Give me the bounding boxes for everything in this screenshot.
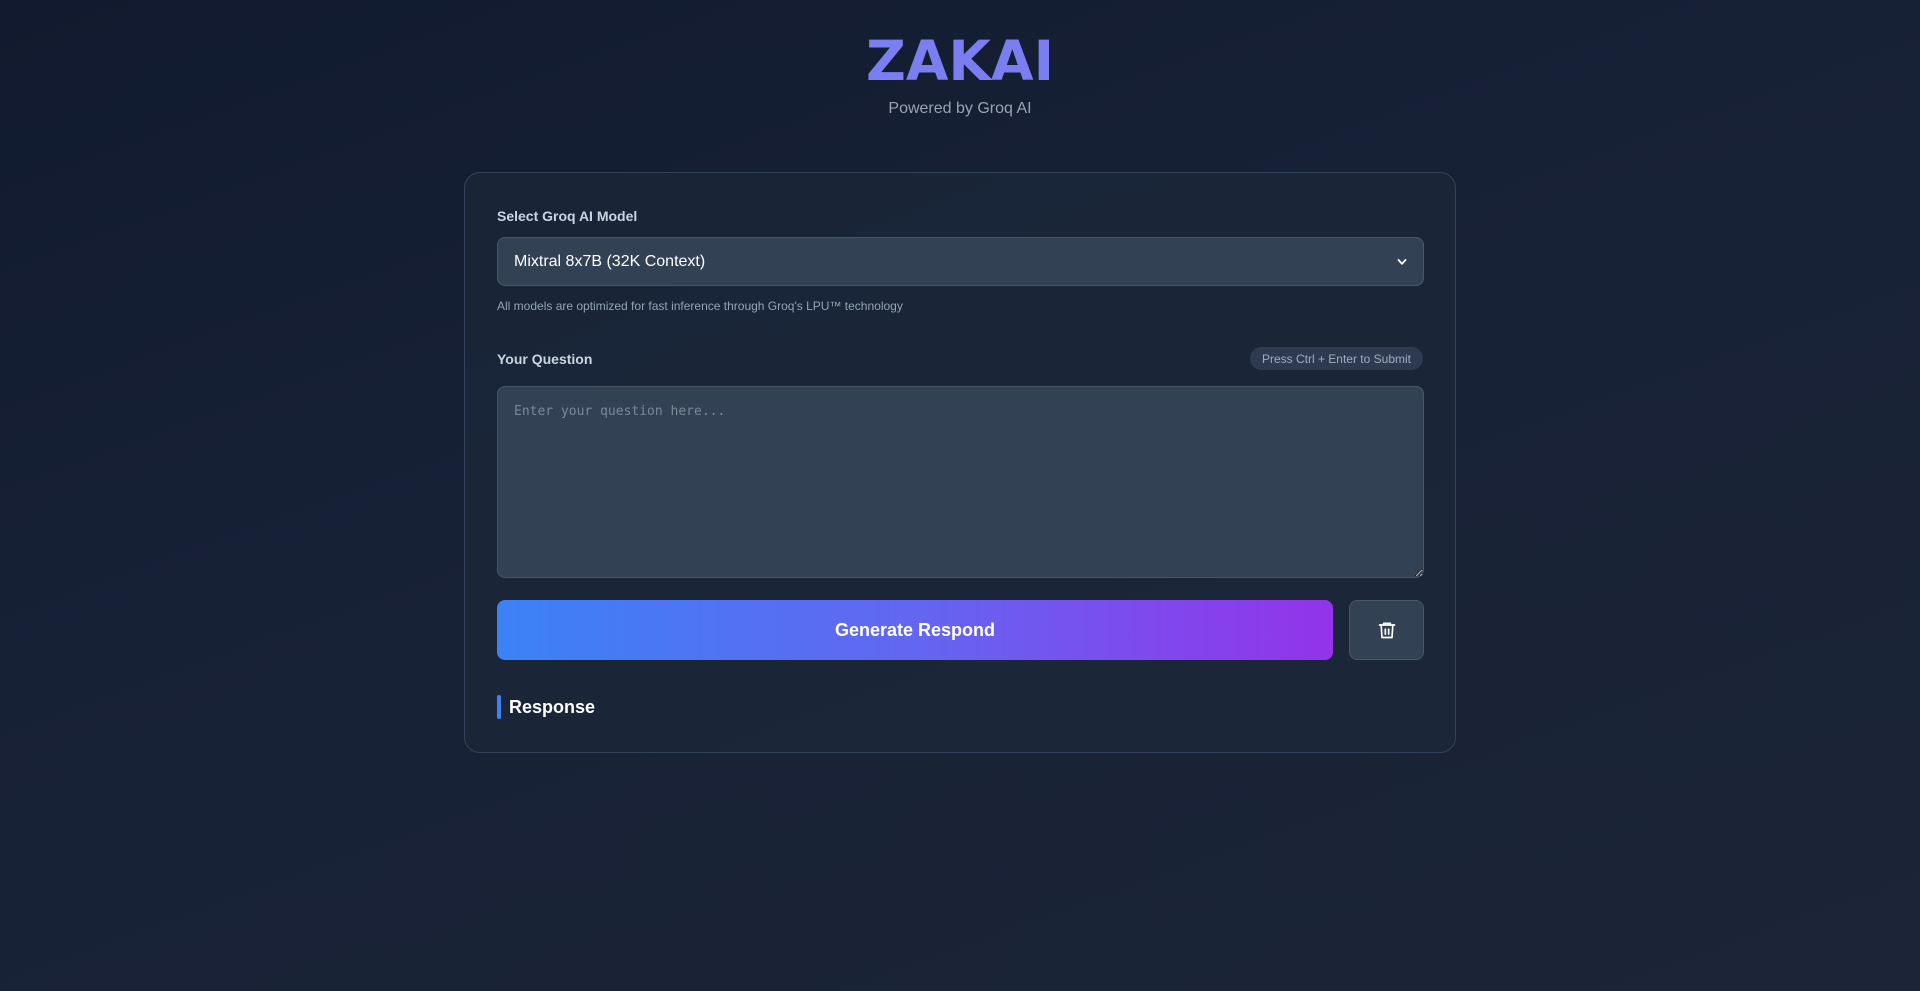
app-header: ZAKAI Powered by Groq AI [0, 28, 1920, 118]
model-hint: All models are optimized for fast infere… [497, 299, 903, 313]
trash-icon [1378, 622, 1395, 639]
question-label: Your Question [497, 351, 593, 367]
model-select-label: Select Groq AI Model [497, 208, 638, 224]
response-accent-bar [497, 695, 501, 719]
app-title: ZAKAI [865, 29, 1055, 93]
response-heading: Response [497, 695, 595, 719]
app-subtitle: Powered by Groq AI [888, 100, 1032, 117]
clear-button[interactable] [1349, 600, 1424, 660]
model-select-value: Mixtral 8x7B (32K Context) [514, 252, 706, 270]
generate-button[interactable]: Generate Respond [497, 600, 1333, 660]
model-select[interactable]: Mixtral 8x7B (32K Context) [497, 237, 1424, 286]
chevron-down-icon [1397, 258, 1407, 265]
shortcut-hint-badge: Press Ctrl + Enter to Submit [1249, 347, 1423, 370]
response-title: Response [509, 696, 596, 717]
question-input[interactable] [497, 386, 1424, 578]
main-card: Select Groq AI Model Mixtral 8x7B (32K C… [464, 172, 1456, 753]
